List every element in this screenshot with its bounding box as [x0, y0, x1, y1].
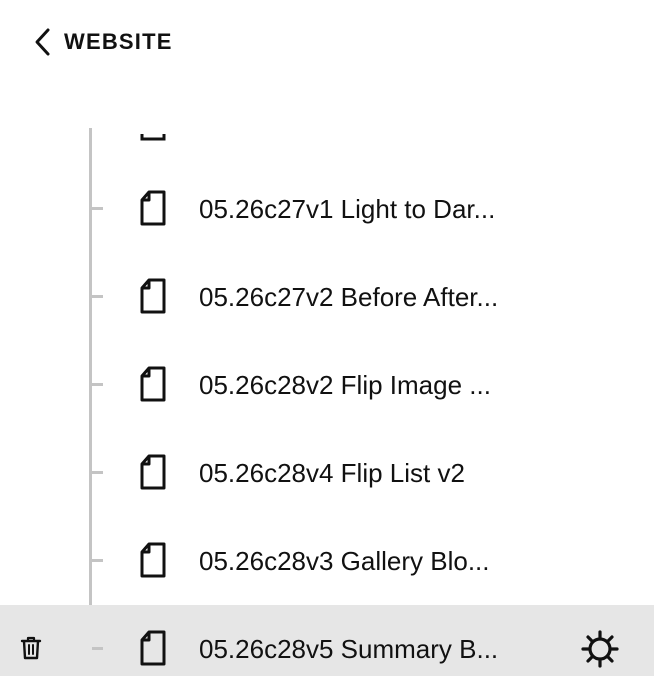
page-icon: [139, 542, 167, 578]
page-icon: [139, 190, 167, 226]
page-title: 05.26c28v2 Flip Image ...: [199, 370, 491, 400]
page-tree: 05.26c27v1 Light to Dar... 05.26c27v2 Be…: [0, 128, 654, 676]
tree-branch-tick: [92, 559, 103, 562]
tree-branch-tick: [92, 295, 103, 298]
page-icon: [139, 454, 167, 490]
page-title: 05.26c28v3 Gallery Blo...: [199, 546, 490, 576]
page-item[interactable]: 05.26c28v2 Flip Image ...: [0, 341, 654, 429]
back-to-website-button[interactable]: WEBSITE: [32, 24, 173, 60]
page-title: 05.26c28v5 Summary B...: [199, 634, 499, 664]
page-item[interactable]: 05.26c28v4 Flip List v2: [0, 429, 654, 517]
tree-branch-tick: [92, 207, 103, 210]
gear-icon[interactable]: [580, 629, 620, 669]
tree-branch-tick: [92, 471, 103, 474]
page-list: 05.26c27v1 Light to Dar... 05.26c27v2 Be…: [0, 165, 654, 676]
page-title: 05.26c27v1 Light to Dar...: [199, 194, 496, 224]
page-item-selected[interactable]: 05.26c28v5 Summary B...: [0, 605, 654, 676]
pages-panel: WEBSITE 05.26c27v1 Light to Dar... 05.26…: [0, 0, 654, 676]
back-label: WEBSITE: [64, 29, 173, 54]
panel-header: WEBSITE: [0, 0, 654, 84]
page-title: 05.26c28v4 Flip List v2: [199, 458, 465, 488]
chevron-left-icon: [32, 26, 52, 58]
page-icon: [139, 630, 167, 666]
tree-branch-tick: [92, 647, 103, 650]
page-item[interactable]: 05.26c27v2 Before After...: [0, 253, 654, 341]
page-item[interactable]: 05.26c28v3 Gallery Blo...: [0, 517, 654, 605]
page-icon: [140, 128, 166, 141]
trash-icon[interactable]: [20, 636, 42, 660]
tree-branch-tick: [92, 383, 103, 386]
page-icon: [139, 278, 167, 314]
page-title: 05.26c27v2 Before After...: [199, 282, 499, 312]
page-icon: [139, 366, 167, 402]
page-item[interactable]: 05.26c27v1 Light to Dar...: [0, 165, 654, 253]
